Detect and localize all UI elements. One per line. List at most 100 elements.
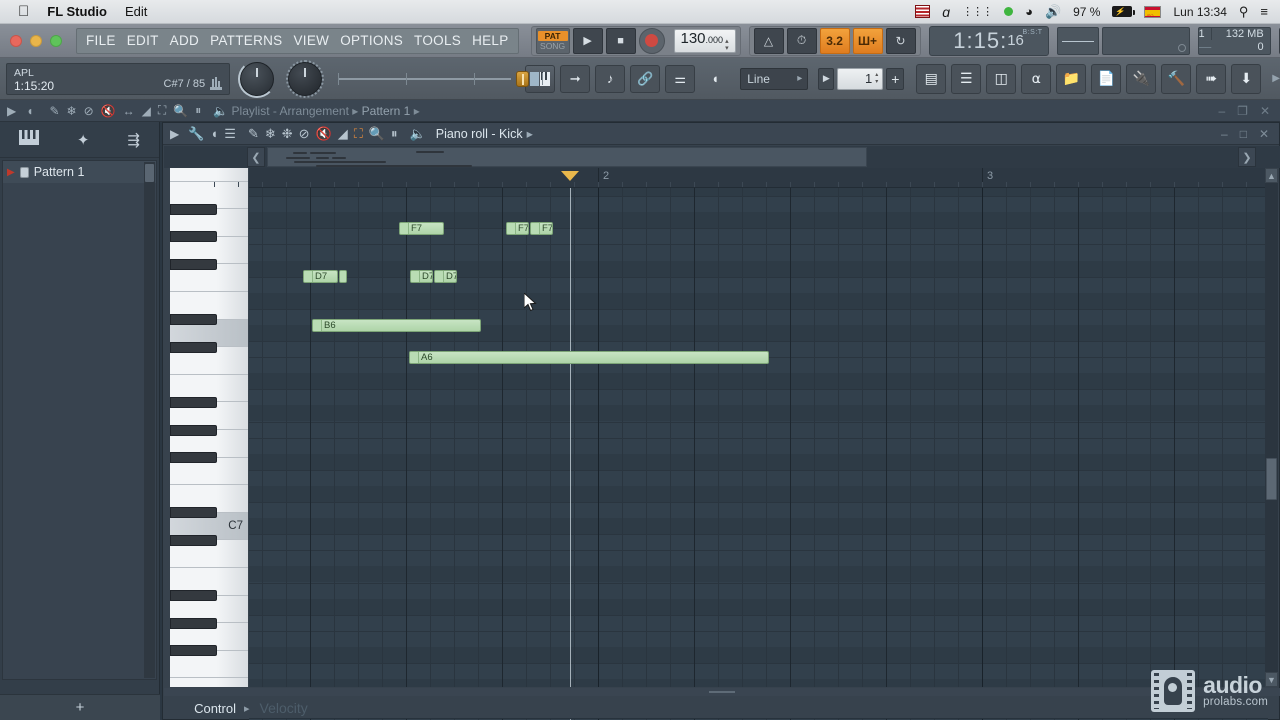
play-button[interactable]: ▶ bbox=[572, 27, 603, 54]
piano-key-black[interactable] bbox=[170, 452, 217, 464]
countdown-toggle[interactable]: 3.2 bbox=[819, 27, 850, 54]
piano-key-black[interactable] bbox=[170, 424, 217, 436]
piano-key-black[interactable] bbox=[170, 341, 217, 353]
browser-icon[interactable]: ⍺ bbox=[1021, 63, 1052, 94]
step-sequencer-icon[interactable]: ➞ bbox=[560, 64, 591, 93]
time-display[interactable]: 1 : 15 : 16 B:S:T bbox=[928, 25, 1049, 56]
browser-add-button[interactable]: + bbox=[0, 694, 160, 720]
menu-tools[interactable]: TOOLS bbox=[414, 33, 461, 48]
panel-splitter[interactable] bbox=[164, 688, 1280, 696]
menu-file[interactable]: FILE bbox=[86, 33, 116, 48]
piano-roll-note[interactable]: F7 bbox=[399, 222, 444, 235]
note-handle[interactable] bbox=[410, 352, 419, 363]
piano-roll-maximize-icon[interactable]: □ bbox=[1240, 127, 1247, 141]
export-icon[interactable]: ➠ bbox=[1196, 63, 1227, 94]
shuffle-slider[interactable] bbox=[338, 64, 544, 94]
piano-key-black[interactable] bbox=[170, 231, 217, 243]
menu-help[interactable]: HELP bbox=[472, 33, 508, 48]
master-pitch-knob[interactable] bbox=[238, 59, 277, 98]
alfred-icon[interactable]: ɑ bbox=[942, 4, 950, 20]
list-item[interactable]: ▶ Pattern 1 bbox=[3, 161, 156, 183]
macos-clock[interactable]: Lun 13:34 bbox=[1173, 5, 1226, 19]
piano-roll-vscrollbar[interactable]: ▲ ▼ bbox=[1265, 168, 1278, 687]
master-meter[interactable] bbox=[1101, 26, 1190, 55]
overview-strip[interactable] bbox=[267, 147, 867, 167]
piano-roll-title-arrow[interactable]: ▸ bbox=[527, 126, 533, 141]
folder-icon[interactable]: 📁 bbox=[1056, 63, 1087, 94]
menu-options[interactable]: OPTIONS bbox=[340, 33, 403, 48]
menu-view[interactable]: VIEW bbox=[293, 33, 329, 48]
metronome-icon[interactable]: △ bbox=[753, 27, 784, 54]
snap-dropdown[interactable]: Line bbox=[740, 67, 809, 90]
paint-brush-icon[interactable]: ❉ bbox=[282, 126, 293, 142]
piano-key-black[interactable] bbox=[170, 258, 217, 270]
playlist-close-icon[interactable]: ✕ bbox=[1260, 104, 1270, 118]
menu-add[interactable]: ADD bbox=[170, 33, 199, 48]
pitch-meter[interactable] bbox=[1056, 26, 1099, 55]
note-handle[interactable] bbox=[400, 223, 409, 234]
playlist-breadcrumb[interactable]: 🔈 Playlist - Arrangement ▸ Pattern 1 ▸ bbox=[213, 104, 419, 118]
piano-roll-note[interactable]: B6 bbox=[312, 319, 481, 332]
piano-key-black[interactable] bbox=[170, 590, 217, 602]
delete-icon[interactable]: ⊘ bbox=[299, 126, 310, 142]
tools-icon[interactable]: 🔨 bbox=[1161, 63, 1192, 94]
delete-icon[interactable]: ⊘ bbox=[84, 104, 94, 118]
piano-roll-minimize-icon[interactable]: – bbox=[1221, 127, 1228, 141]
notification-center-icon[interactable]: ≡ bbox=[1260, 4, 1268, 19]
paint-icon[interactable]: ❄ bbox=[265, 126, 276, 142]
add-pattern-button[interactable]: + bbox=[886, 67, 905, 90]
note-handle[interactable] bbox=[313, 320, 322, 331]
piano-roll-note[interactable]: F7 bbox=[530, 222, 553, 235]
piano-roll-note[interactable] bbox=[339, 270, 347, 283]
note-handle[interactable] bbox=[531, 223, 540, 234]
menu-patterns[interactable]: PATTERNS bbox=[210, 33, 282, 48]
file-icon[interactable]: 📄 bbox=[1091, 63, 1122, 94]
control-arrow-icon[interactable]: ▸ bbox=[244, 702, 250, 715]
stop-button[interactable]: ■ bbox=[605, 27, 636, 54]
battery-charging-icon[interactable]: ⚡ bbox=[1112, 6, 1135, 17]
piano-roll-tools-icon[interactable]: 🔧 bbox=[188, 126, 204, 142]
overview-left-arrow[interactable]: ❮ bbox=[247, 147, 265, 167]
channel-rack-icon[interactable]: ▤ bbox=[916, 63, 947, 94]
wifi-icon[interactable]: ◕ bbox=[1025, 4, 1033, 19]
volume-icon[interactable]: 🔊 bbox=[1045, 4, 1061, 20]
draw-icon[interactable]: ✎ bbox=[248, 126, 259, 142]
piano-key-black[interactable] bbox=[170, 203, 217, 215]
pattern-song-toggle[interactable]: PAT SONG bbox=[535, 27, 570, 54]
mute-icon[interactable]: 🔇 bbox=[101, 104, 116, 118]
piano-key-black[interactable] bbox=[170, 534, 217, 546]
browser-tab-piano-icon[interactable] bbox=[18, 130, 39, 149]
secondary-overflow-arrow[interactable]: ▶ bbox=[1272, 73, 1280, 84]
browser-scrollbar[interactable] bbox=[144, 162, 155, 678]
playlist-maximize-icon[interactable]: ❐ bbox=[1237, 104, 1248, 118]
playback-icon[interactable]: ⏸ bbox=[391, 126, 398, 142]
plugin-icon[interactable]: 🔌 bbox=[1126, 63, 1157, 94]
piano-key-black[interactable] bbox=[170, 314, 217, 326]
playlist-menu-arrow-icon[interactable]: ▶ bbox=[7, 104, 16, 118]
piano-key-white[interactable] bbox=[170, 678, 248, 687]
piano-roll-note[interactable]: A6 bbox=[409, 351, 769, 364]
zoom-button[interactable] bbox=[50, 34, 62, 47]
headphones-icon[interactable]: ◖ bbox=[26, 104, 33, 118]
pattern-number-field[interactable]: 1 bbox=[837, 67, 884, 90]
piano-roll-note[interactable]: F7 bbox=[506, 222, 529, 235]
sliders-icon[interactable]: ⋮⋮⋮ bbox=[962, 5, 993, 18]
piano-keyboard[interactable]: C7C6 bbox=[170, 168, 248, 687]
step-edit-toggle[interactable]: Ш+ bbox=[852, 27, 883, 54]
macos-app-name[interactable]: FL Studio bbox=[47, 4, 107, 19]
piano-roll-close-icon[interactable]: ✕ bbox=[1259, 127, 1269, 141]
browser-tab-wave-icon[interactable]: ✦ bbox=[77, 131, 90, 149]
apple-icon[interactable]:  bbox=[18, 4, 29, 19]
piano-roll-note[interactable]: D7 bbox=[434, 270, 457, 283]
note-handle[interactable] bbox=[304, 271, 313, 282]
playback-icon[interactable]: ⏸ bbox=[195, 103, 201, 118]
vscroll-thumb[interactable] bbox=[1266, 458, 1277, 500]
note-handle[interactable] bbox=[411, 271, 420, 282]
overview-right-arrow[interactable]: ❯ bbox=[1238, 147, 1256, 167]
playhead-marker[interactable] bbox=[561, 171, 579, 181]
slip-icon[interactable]: ◢ bbox=[338, 126, 348, 142]
macos-menu-edit[interactable]: Edit bbox=[125, 4, 147, 19]
download-icon[interactable]: ⬇ bbox=[1231, 63, 1262, 94]
piano-roll-icon[interactable] bbox=[525, 64, 556, 93]
piano-key-white[interactable] bbox=[170, 168, 248, 182]
